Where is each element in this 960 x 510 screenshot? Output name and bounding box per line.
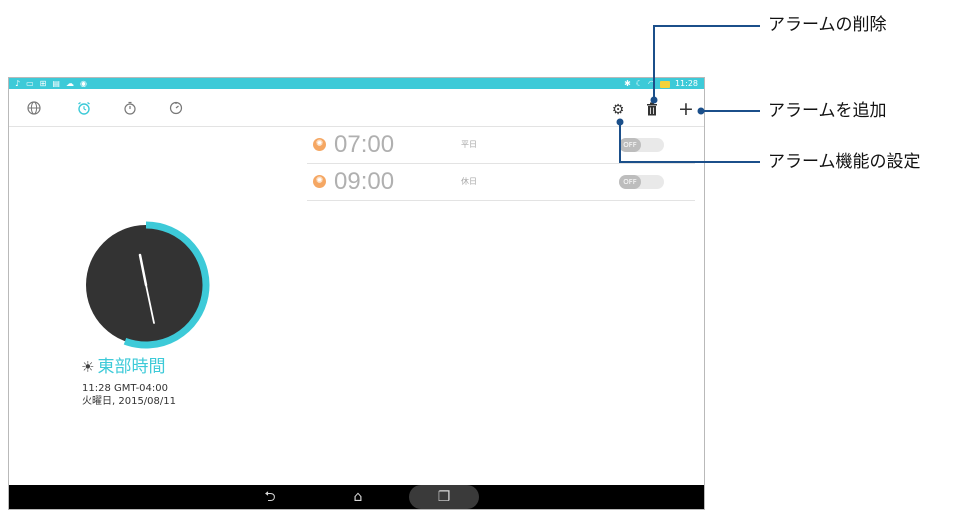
- tablet-screen: ♪ ▭ ⊞ ▤ ☁ ◉ ✱ ☾ ◠ 11:28 ⚙ + ✺ 07:00 平日 O…: [8, 77, 705, 510]
- back-icon: ⮌: [264, 489, 276, 505]
- battery-icon: [659, 81, 670, 88]
- gear-icon: ⚙: [611, 102, 625, 118]
- recent-apps-button[interactable]: ❐: [435, 488, 453, 506]
- back-button[interactable]: ⮌: [261, 488, 279, 506]
- delete-alarm-button[interactable]: [643, 100, 661, 118]
- timer-tab[interactable]: [168, 101, 184, 117]
- plus-icon: +: [678, 98, 694, 120]
- wifi-icon: ◠: [647, 79, 655, 88]
- toggle-state-label: OFF: [619, 138, 641, 152]
- app-icon: ⊞: [39, 79, 47, 88]
- status-bar: ♪ ▭ ⊞ ▤ ☁ ◉ ✱ ☾ ◠ 11:28: [9, 78, 704, 89]
- timezone-date: 火曜日, 2015/08/11: [82, 396, 176, 407]
- bluetooth-icon: ✱: [624, 79, 631, 88]
- status-time: 11:28: [674, 79, 698, 88]
- alarm-toggle[interactable]: OFF: [619, 138, 664, 152]
- alarm-repeat-days: 平日: [461, 140, 477, 149]
- navigation-bar: ⮌ ⌂ ❐: [9, 485, 704, 509]
- gallery-icon: ▤: [52, 79, 60, 88]
- timer-icon: [169, 101, 183, 115]
- recent-apps-icon: ❐: [437, 489, 451, 505]
- callout-delete-label: アラームの削除: [768, 15, 887, 35]
- stopwatch-tab[interactable]: [122, 101, 138, 117]
- message-icon: ▭: [26, 79, 34, 88]
- globe-icon: [27, 101, 41, 115]
- music-icon: ♪: [15, 79, 21, 88]
- notification-icons: ♪ ▭ ⊞ ▤ ☁ ◉: [15, 78, 87, 89]
- home-button[interactable]: ⌂: [349, 488, 367, 506]
- timezone-heading: ☀ 東部時間: [81, 357, 165, 377]
- alarm-icon: [78, 101, 90, 115]
- timezone-time: 11:28 GMT-04:00: [82, 383, 168, 394]
- do-not-disturb-icon: ☾: [635, 79, 643, 88]
- timezone-name: 東部時間: [97, 357, 166, 377]
- home-icon: ⌂: [353, 489, 363, 505]
- alarm-time: 09:00: [334, 168, 395, 195]
- alarm-repeat-days: 休日: [461, 177, 477, 186]
- cloud-icon: ☁: [65, 79, 74, 88]
- sun-icon: ☀: [81, 358, 95, 376]
- day-sun-icon: ✺: [313, 175, 326, 188]
- alarm-item[interactable]: ✺ 09:00 休日 OFF: [307, 164, 695, 201]
- alarm-list: ✺ 07:00 平日 OFF ✺ 09:00 休日 OFF: [307, 127, 695, 201]
- alarm-settings-button[interactable]: ⚙: [609, 100, 627, 118]
- day-sun-icon: ✺: [313, 138, 326, 151]
- alarm-tab[interactable]: [76, 101, 92, 117]
- alarm-item[interactable]: ✺ 07:00 平日 OFF: [307, 127, 695, 164]
- toggle-state-label: OFF: [619, 175, 641, 189]
- stopwatch-icon: [124, 101, 136, 115]
- analog-clock: [86, 221, 210, 349]
- world-clock-tab[interactable]: [26, 101, 42, 117]
- callout-add-label: アラームを追加: [768, 101, 887, 121]
- trash-icon: [647, 102, 657, 116]
- system-icons: ✱ ☾ ◠ 11:28: [624, 78, 698, 89]
- callout-settings-label: アラーム機能の設定: [768, 152, 921, 172]
- chat-icon: ◉: [79, 79, 87, 88]
- alarm-toggle[interactable]: OFF: [619, 175, 664, 189]
- app-toolbar: ⚙ +: [9, 89, 704, 127]
- add-alarm-button[interactable]: +: [677, 98, 695, 120]
- alarm-time: 07:00: [334, 131, 395, 158]
